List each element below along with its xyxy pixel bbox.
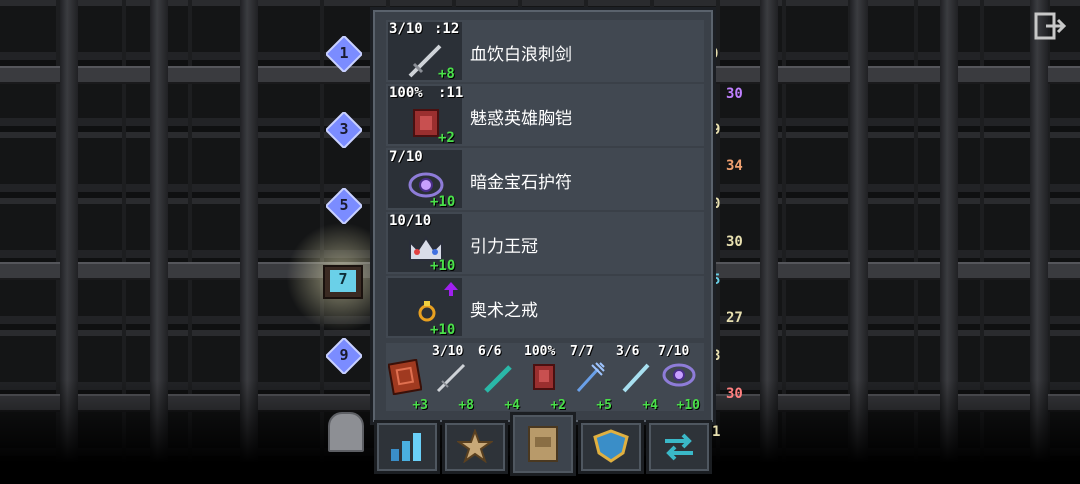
- current-depth: 7: [330, 270, 356, 292]
- star-icon: [457, 429, 493, 463]
- quickslot-upgrade: +4: [504, 398, 520, 413]
- item-charges: 10/10: [389, 213, 432, 229]
- quickslot[interactable]: 3/10 +8: [432, 343, 474, 413]
- exit-icon[interactable]: [1034, 12, 1068, 40]
- quickslot-upgrade: +8: [458, 398, 474, 413]
- quickslot[interactable]: 100% +2: [524, 343, 566, 413]
- equipment-row[interactable]: 100% :11 +2 魅惑英雄胸铠: [386, 84, 704, 146]
- quickslot-upgrade: +10: [676, 398, 700, 413]
- player-marker[interactable]: 7: [322, 262, 364, 302]
- level-gem-icon: 3: [326, 112, 362, 148]
- trident-icon: [576, 362, 605, 393]
- rapier-icon: [436, 363, 466, 393]
- level-gem-icon: 9: [326, 338, 362, 374]
- amulet-icon: [662, 363, 696, 387]
- quickslot-upgrade: +3: [412, 398, 428, 413]
- quickslot-upgrade: +5: [596, 398, 612, 413]
- quickslot-upgrade: +4: [642, 398, 658, 413]
- talents-tab[interactable]: [442, 420, 508, 474]
- quest-tab[interactable]: [578, 420, 644, 474]
- map-label: 30: [726, 234, 743, 250]
- quickslot-charges: 6/6: [478, 344, 502, 359]
- map-label: 30: [726, 86, 743, 102]
- ring-icon: [418, 301, 436, 322]
- item-level: :12: [434, 21, 460, 37]
- level-number: 9: [339, 346, 349, 364]
- map-label: 30: [726, 386, 743, 402]
- equipment-row[interactable]: 7/10 +10 暗金宝石护符: [386, 148, 704, 210]
- tombstone-icon: [328, 412, 364, 452]
- quickslot-charges: 7/10: [658, 344, 690, 359]
- backpack-icon: [528, 426, 558, 462]
- item-charges: 7/10: [389, 149, 423, 165]
- item-name: 暗金宝石护符: [470, 173, 572, 193]
- stats-tab[interactable]: [374, 420, 440, 474]
- equipment-row[interactable]: 3/10 :12 +8 血饮白浪刺剑: [386, 20, 704, 82]
- shield-icon: [593, 429, 629, 463]
- level-gem-icon: 1: [326, 36, 362, 72]
- swap-tab[interactable]: [646, 420, 712, 474]
- spellbook-icon: [388, 359, 422, 395]
- staff-icon: [622, 363, 650, 393]
- quickslot[interactable]: 3/6 +4: [616, 343, 658, 413]
- quickslot-upgrade: +2: [550, 398, 566, 413]
- item-name: 血饮白浪刺剑: [470, 45, 572, 65]
- armor-icon: [533, 364, 555, 390]
- map-label: 34: [726, 158, 743, 174]
- inventory-tab[interactable]: [510, 412, 576, 476]
- item-durability: 100%: [389, 85, 423, 101]
- item-upgrade: +10: [430, 194, 456, 210]
- equipment-row[interactable]: +10 奥术之戒: [386, 276, 704, 338]
- quickslot[interactable]: 7/7 +5: [570, 343, 612, 413]
- quickslot-row: +3 3/10 +8 6/6 +4 100% +2 7/7 +5 3/6 +4 …: [386, 343, 704, 413]
- upgrade-arrow-icon: [444, 282, 458, 296]
- quickslot[interactable]: +3: [386, 343, 428, 413]
- level-number: 3: [339, 120, 349, 138]
- quickslot-charges: 3/10: [432, 344, 464, 359]
- wand-icon: [484, 365, 512, 393]
- item-charges: 3/10: [389, 21, 423, 37]
- quickslot-durability: 100%: [524, 344, 556, 359]
- swap-icon: [665, 433, 693, 461]
- bar-chart-icon: [391, 433, 421, 461]
- quickslot[interactable]: 6/6 +4: [478, 343, 520, 413]
- equipment-panel: 3/10 :12 +8 血饮白浪刺剑 100% :11 +2 魅惑英雄胸铠 7/…: [370, 7, 716, 425]
- equipment-row[interactable]: 10/10 +10 引力王冠: [386, 212, 704, 274]
- item-name: 引力王冠: [470, 237, 538, 257]
- map-label: 27: [726, 310, 743, 326]
- level-gem-icon: 5: [326, 188, 362, 224]
- item-level: :11: [438, 85, 464, 101]
- quickslot-charges: 7/7: [570, 344, 594, 359]
- level-number: 5: [339, 196, 349, 214]
- quickslot-charges: 3/6: [616, 344, 640, 359]
- item-upgrade: +8: [438, 66, 455, 82]
- item-name: 奥术之戒: [470, 301, 538, 321]
- item-upgrade: +10: [430, 322, 456, 338]
- item-name: 魅惑英雄胸铠: [470, 109, 572, 129]
- level-number: 1: [339, 44, 349, 62]
- map-label: 1: [712, 424, 721, 440]
- item-upgrade: +10: [430, 258, 456, 274]
- quickslot[interactable]: 7/10 +10: [658, 343, 700, 413]
- item-upgrade: +2: [438, 130, 455, 146]
